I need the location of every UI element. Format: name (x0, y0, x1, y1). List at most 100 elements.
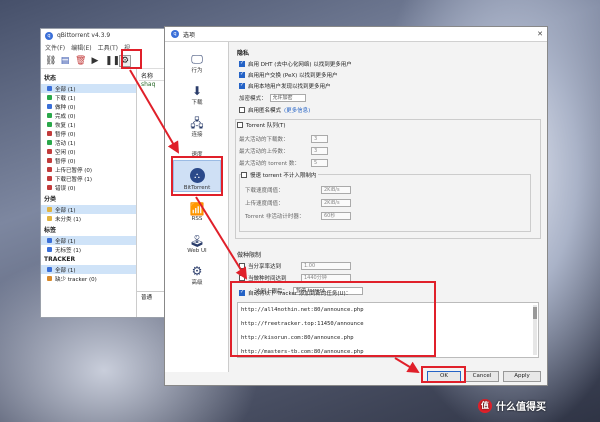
status-label: 空闲 (0) (55, 149, 76, 156)
status-item[interactable]: 暂停 (0) (41, 156, 136, 165)
nav-label: 高级 (191, 280, 203, 286)
highlight-bittorrent-tab (171, 156, 223, 196)
encryption-label: 加密模式： (239, 96, 267, 102)
checkbox[interactable] (239, 82, 245, 89)
nav-connection[interactable]: 🖧 连接 (173, 112, 221, 139)
checkbox[interactable] (239, 263, 245, 269)
checkbox[interactable] (241, 172, 247, 178)
status-icon (47, 167, 52, 172)
smzdm-logo-icon: 值 (478, 398, 492, 413)
nav-downloads[interactable]: ⬇ 下载 (173, 80, 221, 107)
status-icon (47, 95, 52, 100)
status-item[interactable]: 恢复 (1) (41, 120, 136, 129)
status-icon (47, 122, 52, 127)
status-item[interactable]: 全部 (1) (41, 84, 136, 93)
status-item[interactable]: 空闲 (0) (41, 147, 136, 156)
torrent-row[interactable]: shaq (139, 81, 165, 91)
checkbox[interactable] (239, 71, 245, 78)
column-name[interactable]: 名称 (139, 71, 165, 81)
status-item[interactable]: 下载已暂停 (1) (41, 174, 136, 183)
status-icon (47, 104, 52, 109)
status-label: 下载 (1) (55, 95, 76, 102)
torrent-list: 名称 shaq (137, 69, 167, 317)
nav-webui[interactable]: 🕹 Web UI (173, 228, 221, 255)
ul-threshold-spin[interactable]: 2KiB/s (321, 199, 351, 207)
lsd-option[interactable]: 启用本地用户发现以找到更多用户 (239, 82, 331, 90)
nav-label: 连接 (191, 132, 203, 138)
menu-tools[interactable]: 工具(T) (98, 43, 118, 52)
apply-button[interactable]: Apply (503, 371, 541, 382)
qbt-title-text: qBittorrent v4.3.9 (57, 32, 111, 39)
gears-icon: ⚙ (191, 264, 203, 278)
seed-ratio-option[interactable]: 当分享率达到 1.00 (239, 262, 351, 270)
tracker-item[interactable]: 缺少 tracker (0) (41, 274, 136, 283)
resume-icon[interactable]: ▶ (90, 56, 100, 66)
category-label: 全部 (1) (55, 207, 76, 214)
anonymous-option[interactable]: 启用匿名模式 (更多信息) (239, 106, 310, 114)
properties-tab[interactable]: 普通 (137, 291, 167, 303)
joystick-icon: 🕹 (189, 234, 205, 248)
max-uploads-row: 最大活动的上传数： 3 (239, 147, 334, 155)
pex-option[interactable]: 启用用户交换 (PeX) 以找到更多用户 (239, 71, 338, 79)
max-torrents-spin[interactable]: 5 (311, 159, 328, 167)
nav-rss[interactable]: 📶 RSS (173, 196, 221, 223)
more-info-link[interactable]: (更多信息) (284, 106, 310, 114)
tracker-scroll-thumb[interactable] (533, 307, 537, 319)
max-torrents-row: 最大活动的 torrent 数： 5 (239, 159, 334, 167)
inactivity-spin[interactable]: 60秒 (321, 212, 351, 220)
menu-edit[interactable]: 编辑(E) (71, 43, 91, 52)
tag-item[interactable]: 无标签 (1) (41, 245, 136, 254)
highlight-options-button (121, 49, 142, 69)
pause-icon[interactable]: ❚❚ (105, 56, 120, 66)
privacy-heading: 隐私 (237, 50, 250, 57)
max-downloads-spin[interactable]: 3 (311, 135, 328, 143)
category-heading: 分类 (44, 196, 57, 203)
status-item[interactable]: 活动 (1) (41, 138, 136, 147)
add-torrent-icon[interactable]: ▤ (60, 56, 70, 66)
category-item[interactable]: 未分类 (1) (41, 214, 136, 223)
status-item[interactable]: 下载 (1) (41, 93, 136, 102)
checkbox[interactable] (239, 107, 245, 113)
encryption-select[interactable]: 允许加密 (269, 94, 306, 102)
nav-advanced[interactable]: ⚙ 高级 (173, 260, 221, 287)
category-item[interactable]: 全部 (1) (41, 205, 136, 214)
qbittorrent-logo-icon: q (45, 31, 53, 40)
status-label: 上传已暂停 (0) (55, 167, 93, 174)
status-item[interactable]: 做种 (0) (41, 102, 136, 111)
category-label: 未分类 (1) (55, 216, 82, 223)
folder-icon (47, 216, 52, 221)
status-icon (47, 149, 52, 154)
watermark-text: 什么值得买 (496, 402, 546, 413)
tag-heading: 标签 (44, 227, 57, 234)
qbittorrent-window: q qBittorrent v4.3.9 文件(F) 编辑(E) 工具(T) 视… (40, 28, 168, 318)
max-downloads-row: 最大活动的下载数： 3 (239, 135, 334, 143)
add-link-icon[interactable]: ⛓ (45, 56, 56, 66)
status-item[interactable]: 暂停 (0) (41, 129, 136, 138)
cancel-button[interactable]: Cancel (465, 371, 499, 382)
dl-threshold-spin[interactable]: 2KiB/s (321, 186, 351, 194)
status-label: 恢复 (1) (55, 122, 76, 129)
seed-ratio-spin[interactable]: 1.00 (301, 262, 351, 270)
dialog-title: 选项 (183, 31, 196, 39)
seed-ratio-label: 当分享率达到 (248, 264, 282, 270)
queue-option[interactable]: Torrent 队列(T) (237, 121, 288, 129)
slow-torrent-option[interactable]: 慢速 torrent 不计入限制内 (241, 171, 319, 179)
close-icon[interactable]: ✕ (537, 30, 543, 38)
rss-icon: 📶 (189, 202, 205, 216)
dialog-titlebar: q 选项 (165, 27, 547, 42)
qbt-sidebar: 状态 全部 (1) 下载 (1) 做种 (0) 完成 (0) 恢复 (1) 暂停 (0) 活… (41, 69, 137, 317)
status-item[interactable]: 完成 (0) (41, 111, 136, 120)
status-item[interactable]: 错误 (0) (41, 183, 136, 192)
status-item[interactable]: 上传已暂停 (0) (41, 165, 136, 174)
dht-option[interactable]: 启用 DHT (去中心化网络) 以找到更多用户 (239, 60, 352, 68)
tag-item[interactable]: 全部 (1) (41, 236, 136, 245)
dht-label: 启用 DHT (去中心化网络) 以找到更多用户 (248, 62, 352, 68)
checkbox[interactable] (237, 122, 243, 128)
menu-file[interactable]: 文件(F) (45, 43, 65, 52)
checkbox[interactable] (239, 60, 245, 67)
max-uploads-spin[interactable]: 3 (311, 147, 328, 155)
tracker-item[interactable]: 全部 (1) (41, 265, 136, 274)
delete-icon[interactable]: 🗑 (75, 56, 86, 66)
nav-behavior[interactable]: 🖵 行为 (173, 48, 221, 75)
qbt-menubar: 文件(F) 编辑(E) 工具(T) 视 (41, 42, 167, 53)
